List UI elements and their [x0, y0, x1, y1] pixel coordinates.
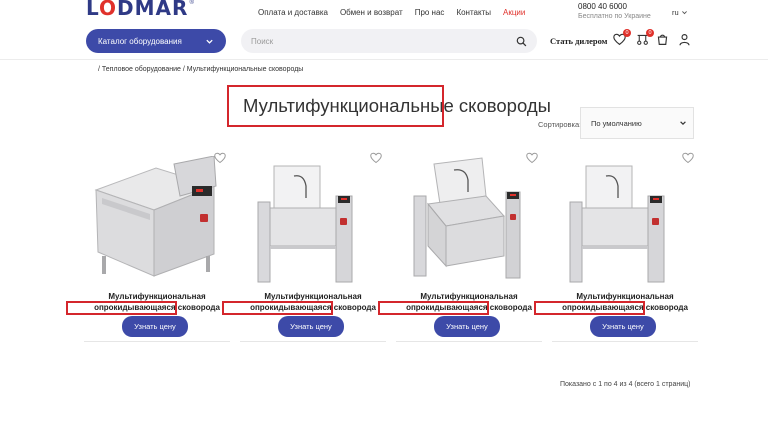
heart-icon[interactable]: [370, 152, 382, 164]
wishlist-button[interactable]: 0: [613, 29, 631, 47]
product-grid: Мультифункциональная опрокидывающаяся ск…: [66, 148, 708, 342]
chevron-down-icon: [680, 121, 686, 126]
compare-button[interactable]: 0: [636, 29, 654, 47]
nav-link-sale[interactable]: Акции: [503, 8, 525, 17]
nav-link-payment-delivery[interactable]: Оплата и доставка: [258, 8, 328, 17]
pagination-info: Показано с 1 по 4 из 4 (всего 1 страниц): [560, 381, 691, 388]
account-button[interactable]: [678, 33, 692, 47]
compare-count-badge: 0: [646, 29, 654, 37]
heart-icon[interactable]: [526, 152, 538, 164]
logo-registered-mark: ®: [189, 0, 194, 6]
search-bar: [241, 29, 537, 53]
nav-link-contacts[interactable]: Контакты: [456, 8, 491, 17]
become-dealer-link[interactable]: Стать дилером: [550, 36, 607, 46]
chevron-down-icon: [681, 11, 687, 15]
heart-icon[interactable]: [214, 152, 226, 164]
breadcrumb: / Тепловое оборудование / Мультифункцион…: [98, 66, 303, 73]
title-highlight-box: [227, 85, 444, 127]
sort-label: Сортировка:: [538, 120, 582, 129]
cart-button[interactable]: [656, 33, 670, 47]
product-card[interactable]: Мультифункциональная опрокидывающаяся ск…: [378, 148, 542, 342]
product-name-highlight-box: [66, 301, 177, 315]
sort-select[interactable]: По умолчанию: [580, 107, 694, 139]
product-name-highlight-box: [222, 301, 333, 315]
phone-caption: Бесплатно по Украине: [578, 13, 651, 20]
card-divider: [396, 341, 542, 342]
phone-number[interactable]: 0800 40 6000: [578, 2, 627, 11]
cart-icon: [657, 34, 668, 45]
product-card[interactable]: Мультифункциональная опрокидывающаяся ск…: [534, 148, 698, 342]
heart-icon[interactable]: [682, 152, 694, 164]
chevron-down-icon: [206, 39, 213, 44]
ask-price-button[interactable]: Узнать цену: [434, 316, 500, 337]
ask-price-button[interactable]: Узнать цену: [590, 316, 656, 337]
wishlist-count-badge: 0: [623, 29, 631, 37]
product-image[interactable]: [400, 156, 536, 286]
product-image[interactable]: [556, 156, 692, 286]
logo[interactable]: LODMAR ®: [86, 0, 194, 18]
catalog-button[interactable]: Каталог оборудования: [86, 29, 226, 53]
card-divider: [240, 341, 386, 342]
product-name-highlight-box: [378, 301, 489, 315]
sort-select-value: По умолчанию: [591, 118, 642, 128]
product-card[interactable]: Мультифункциональная опрокидывающаяся ск…: [66, 148, 230, 342]
catalog-label: Каталог оборудования: [98, 36, 182, 46]
user-icon: [679, 34, 690, 46]
breadcrumb-item-thermal[interactable]: / Тепловое оборудование: [98, 66, 181, 73]
top-nav: Оплата и доставка Обмен и возврат Про на…: [258, 8, 525, 17]
logo-text: LODMAR: [86, 0, 189, 20]
product-name-highlight-box: [534, 301, 645, 315]
header-divider: [0, 59, 768, 60]
nav-link-about[interactable]: Про нас: [415, 8, 445, 17]
ask-price-button[interactable]: Узнать цену: [278, 316, 344, 337]
breadcrumb-item-current: / Мультифункциональные сковороды: [182, 66, 304, 73]
language-value: ru: [672, 8, 679, 17]
product-image[interactable]: [244, 156, 380, 286]
ask-price-button[interactable]: Узнать цену: [122, 316, 188, 337]
search-icon[interactable]: [516, 36, 527, 47]
card-divider: [84, 341, 230, 342]
card-divider: [552, 341, 698, 342]
search-input[interactable]: [251, 36, 491, 46]
language-selector[interactable]: ru: [672, 8, 688, 17]
nav-link-exchange-return[interactable]: Обмен и возврат: [340, 8, 403, 17]
product-image[interactable]: [88, 156, 224, 286]
product-card[interactable]: Мультифункциональная опрокидывающаяся ск…: [222, 148, 386, 342]
